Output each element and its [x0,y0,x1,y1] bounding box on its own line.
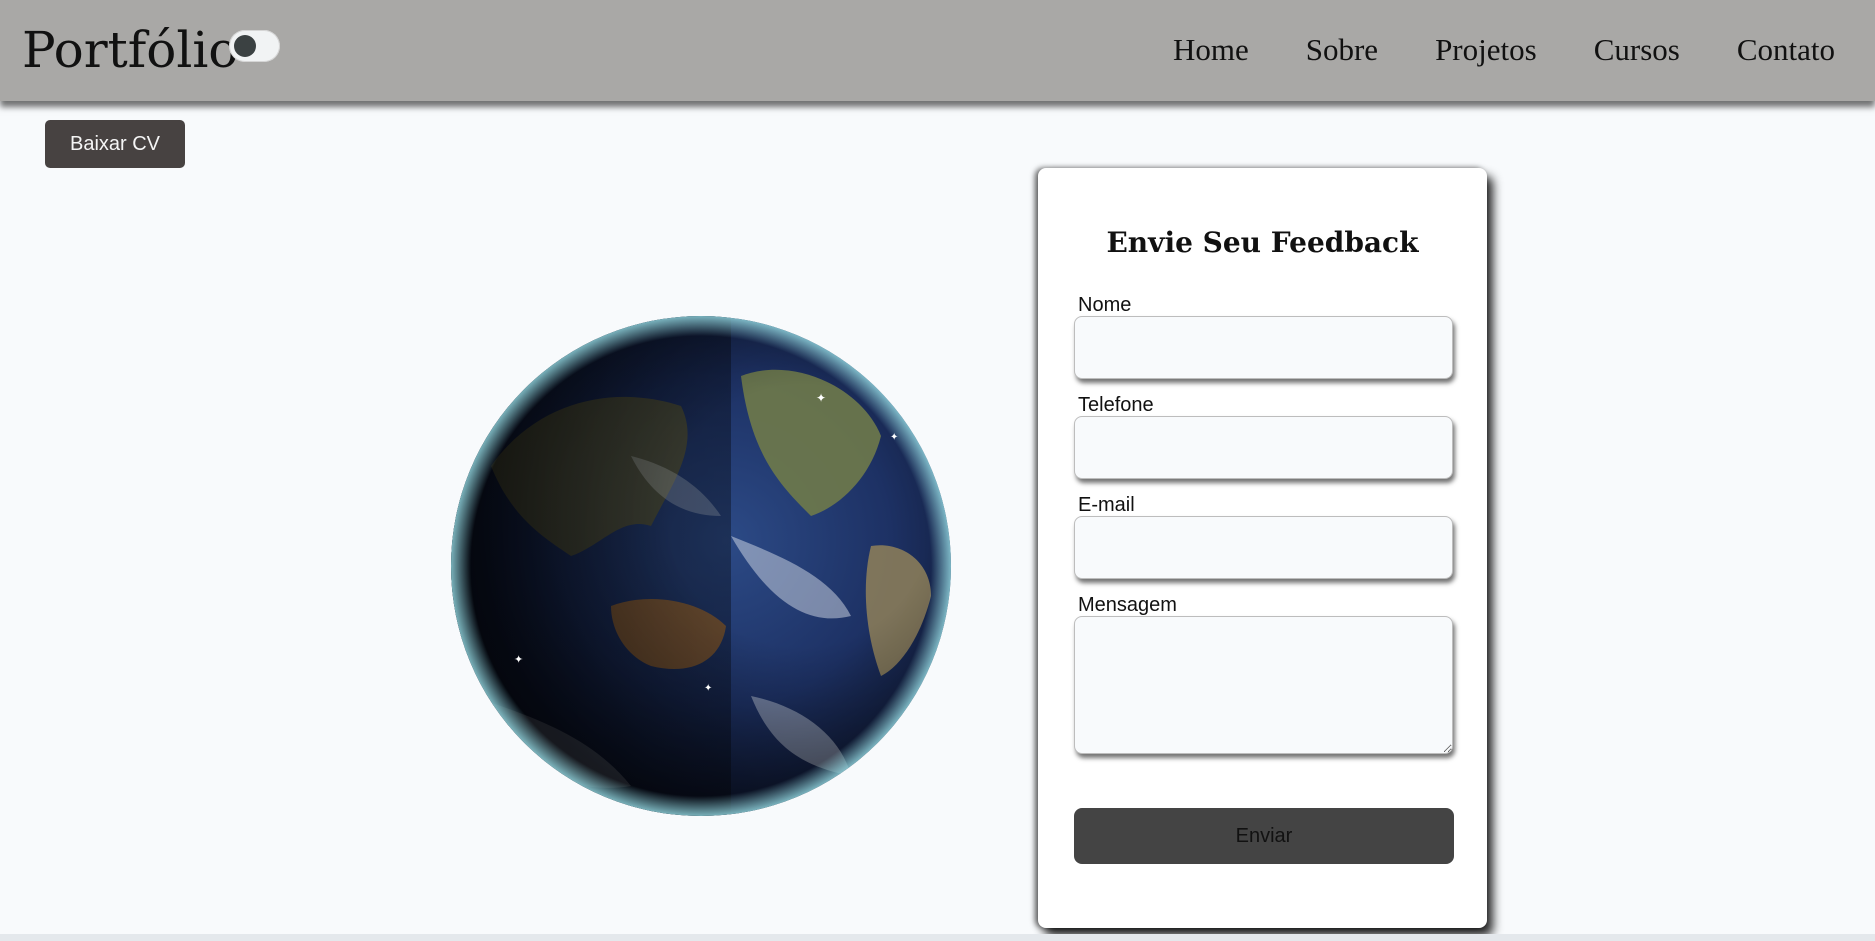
phone-input[interactable] [1074,416,1453,479]
toggle-knob-icon [234,35,256,57]
theme-toggle[interactable] [229,30,280,62]
svg-text:✦: ✦ [514,653,523,666]
submit-button[interactable]: Enviar [1074,808,1454,864]
svg-text:✦: ✦ [704,683,712,694]
svg-text:✦: ✦ [816,391,826,405]
page-bottom-edge [0,934,1875,941]
download-cv-button[interactable]: Baixar CV [45,120,185,168]
email-label: E-mail [1078,494,1135,516]
site-header: Portfólio Home Sobre Projetos Cursos Con… [0,0,1875,101]
name-label: Nome [1078,294,1132,316]
message-textarea[interactable] [1074,616,1453,754]
form-title: Envie Seu Feedback [1106,226,1419,259]
feedback-form-card: Envie Seu Feedback Nome Telefone E-mail … [1038,168,1487,928]
svg-text:✦: ✦ [890,432,898,443]
earth-globe-image: ✦ ✦ ✦ ✦ [451,316,951,816]
email-input[interactable] [1074,516,1453,579]
nav-projetos-link[interactable]: Projetos [1435,30,1537,70]
message-label: Mensagem [1078,594,1177,616]
nav-sobre-link[interactable]: Sobre [1306,30,1378,70]
phone-label: Telefone [1078,394,1154,416]
main-nav: Home Sobre Projetos Cursos Contato [1173,30,1835,70]
name-input[interactable] [1074,316,1453,379]
nav-contato-link[interactable]: Contato [1737,30,1835,70]
nav-cursos-link[interactable]: Cursos [1594,30,1680,70]
nav-home-link[interactable]: Home [1173,30,1249,70]
logo[interactable]: Portfólio [22,20,238,80]
